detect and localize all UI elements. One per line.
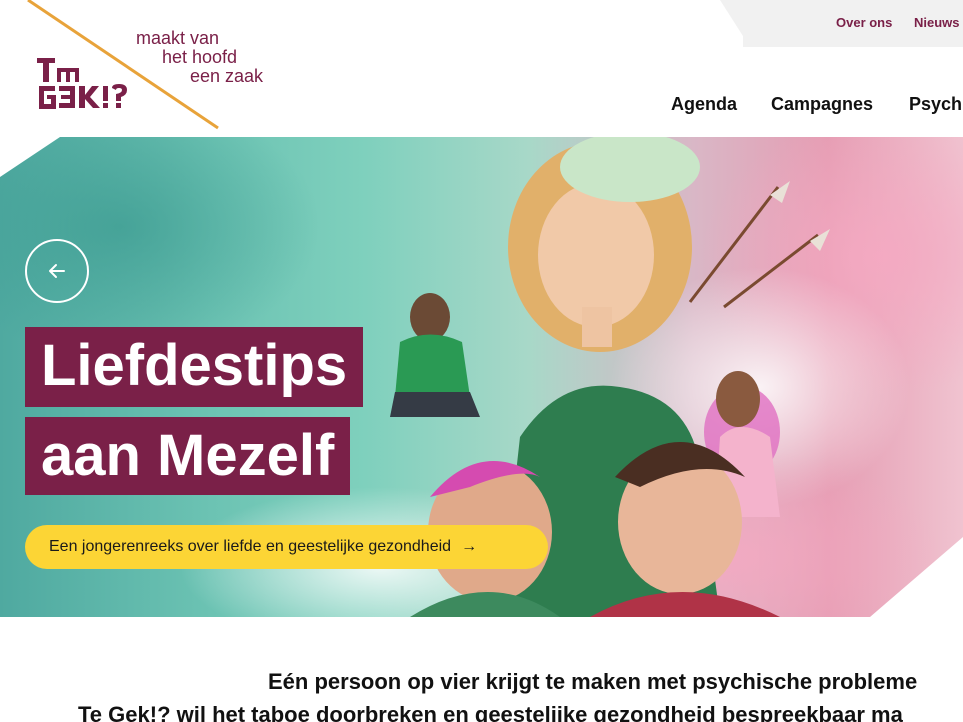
nav-item-campagnes[interactable]: Campagnes (771, 94, 873, 115)
over-ons-link[interactable]: Over ons (836, 15, 892, 30)
nav-item-agenda[interactable]: Agenda (671, 94, 737, 115)
hero-cta-button[interactable]: Een jongerenreeks over liefde en geestel… (25, 525, 548, 569)
hero-title-line-2: aan Mezelf (25, 417, 351, 495)
te-gek-logo[interactable] (37, 58, 137, 114)
brand-tagline: maakt van het hoofd een zaak (134, 29, 274, 89)
tagline-line-2: het hoofd (162, 47, 238, 67)
hero-cta-label: Een jongerenreeks over liefde en geestel… (49, 538, 452, 555)
tagline-line-1: maakt van (136, 28, 220, 48)
arrow-right-icon: → (461, 538, 478, 555)
nieuws-link[interactable]: Nieuws (914, 15, 960, 30)
carousel-prev-button[interactable] (25, 239, 89, 303)
intro-line-1: Eén persoon op vier krijgt te maken met … (268, 669, 918, 694)
tagline-line-3: een zaak (190, 66, 264, 86)
nav-item-psych[interactable]: Psych (909, 94, 962, 115)
intro-line-2: Te Gek!? wil het taboe doorbreken en gee… (78, 702, 903, 722)
site-header: maakt van het hoofd een zaak Over ons Ni… (0, 0, 963, 137)
arrow-left-icon (49, 264, 65, 278)
hero-banner: Liefdestips aan Mezelf Een jongerenreeks… (0, 137, 963, 617)
hero-title-line-1: Liefdestips (25, 327, 364, 407)
